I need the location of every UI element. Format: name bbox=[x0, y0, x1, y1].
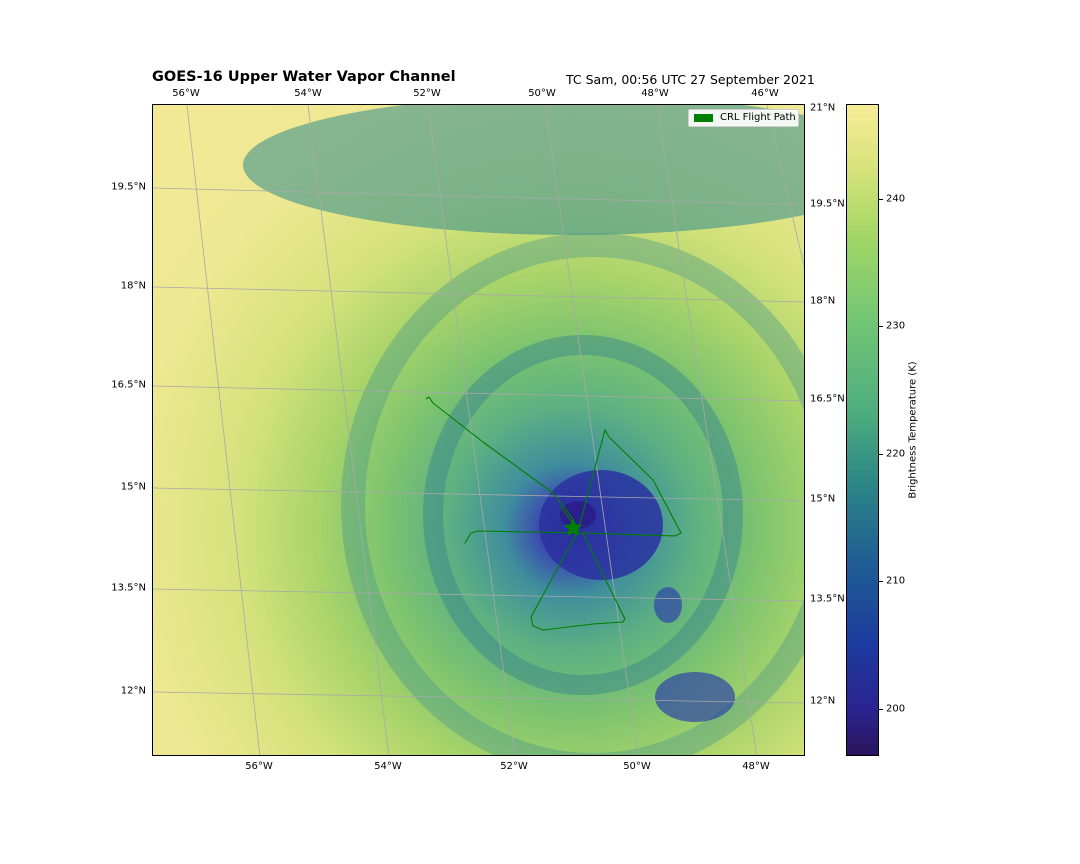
colorbar-tick-200: 200 bbox=[886, 703, 906, 715]
convection-cell bbox=[655, 672, 735, 722]
colorbar-tick-mark bbox=[879, 709, 883, 710]
tick-bottom-48w: 48°W bbox=[742, 761, 770, 772]
storm-core bbox=[539, 470, 663, 580]
legend-swatch bbox=[694, 114, 713, 122]
tick-right-21n: 21°N bbox=[810, 102, 836, 114]
colorbar-tick-210: 210 bbox=[886, 575, 906, 587]
colorbar bbox=[846, 104, 879, 756]
colorbar-tick-220: 220 bbox=[886, 448, 906, 460]
tick-right-12n: 12°N bbox=[810, 695, 836, 707]
tick-bottom-50w: 50°W bbox=[623, 761, 651, 772]
tick-right-13-5n: 13.5°N bbox=[810, 593, 845, 605]
legend-label: CRL Flight Path bbox=[720, 112, 796, 123]
tick-right-19-5n: 19.5°N bbox=[810, 198, 845, 210]
tick-top-48w: 48°W bbox=[641, 88, 669, 99]
colorbar-tick-240: 240 bbox=[886, 193, 906, 205]
convection-cell bbox=[654, 587, 682, 623]
tick-top-52w: 52°W bbox=[413, 88, 441, 99]
tick-left-15n: 15°N bbox=[120, 481, 146, 493]
tick-right-15n: 15°N bbox=[810, 493, 836, 505]
map-legend: CRL Flight Path bbox=[688, 109, 799, 127]
tick-top-54w: 54°W bbox=[294, 88, 322, 99]
page-title: GOES-16 Upper Water Vapor Channel bbox=[152, 69, 456, 85]
tick-left-12n: 12°N bbox=[120, 685, 146, 697]
colorbar-tick-230: 230 bbox=[886, 320, 906, 332]
colorbar-label: Brightness Temperature (K) bbox=[907, 361, 919, 499]
tick-top-50w: 50°W bbox=[528, 88, 556, 99]
tick-left-16-5n: 16.5°N bbox=[111, 379, 146, 391]
tick-left-13-5n: 13.5°N bbox=[111, 582, 146, 594]
tick-bottom-56w: 56°W bbox=[245, 761, 273, 772]
tick-right-16-5n: 16.5°N bbox=[810, 393, 845, 405]
tick-left-18n: 18°N bbox=[120, 280, 146, 292]
tick-left-19-5n: 19.5°N bbox=[111, 181, 146, 193]
tick-bottom-54w: 54°W bbox=[374, 761, 402, 772]
tick-top-56w: 56°W bbox=[172, 88, 200, 99]
page-subtitle: TC Sam, 00:56 UTC 27 September 2021 bbox=[566, 72, 815, 87]
tick-right-18n: 18°N bbox=[810, 295, 836, 307]
tick-top-46w: 46°W bbox=[751, 88, 779, 99]
colorbar-tick-mark bbox=[879, 326, 883, 327]
tick-bottom-52w: 52°W bbox=[500, 761, 528, 772]
map-svg bbox=[153, 105, 804, 755]
colorbar-tick-mark bbox=[879, 454, 883, 455]
colorbar-tick-mark bbox=[879, 581, 883, 582]
map-panel[interactable] bbox=[152, 104, 805, 756]
colorbar-tick-mark bbox=[879, 199, 883, 200]
